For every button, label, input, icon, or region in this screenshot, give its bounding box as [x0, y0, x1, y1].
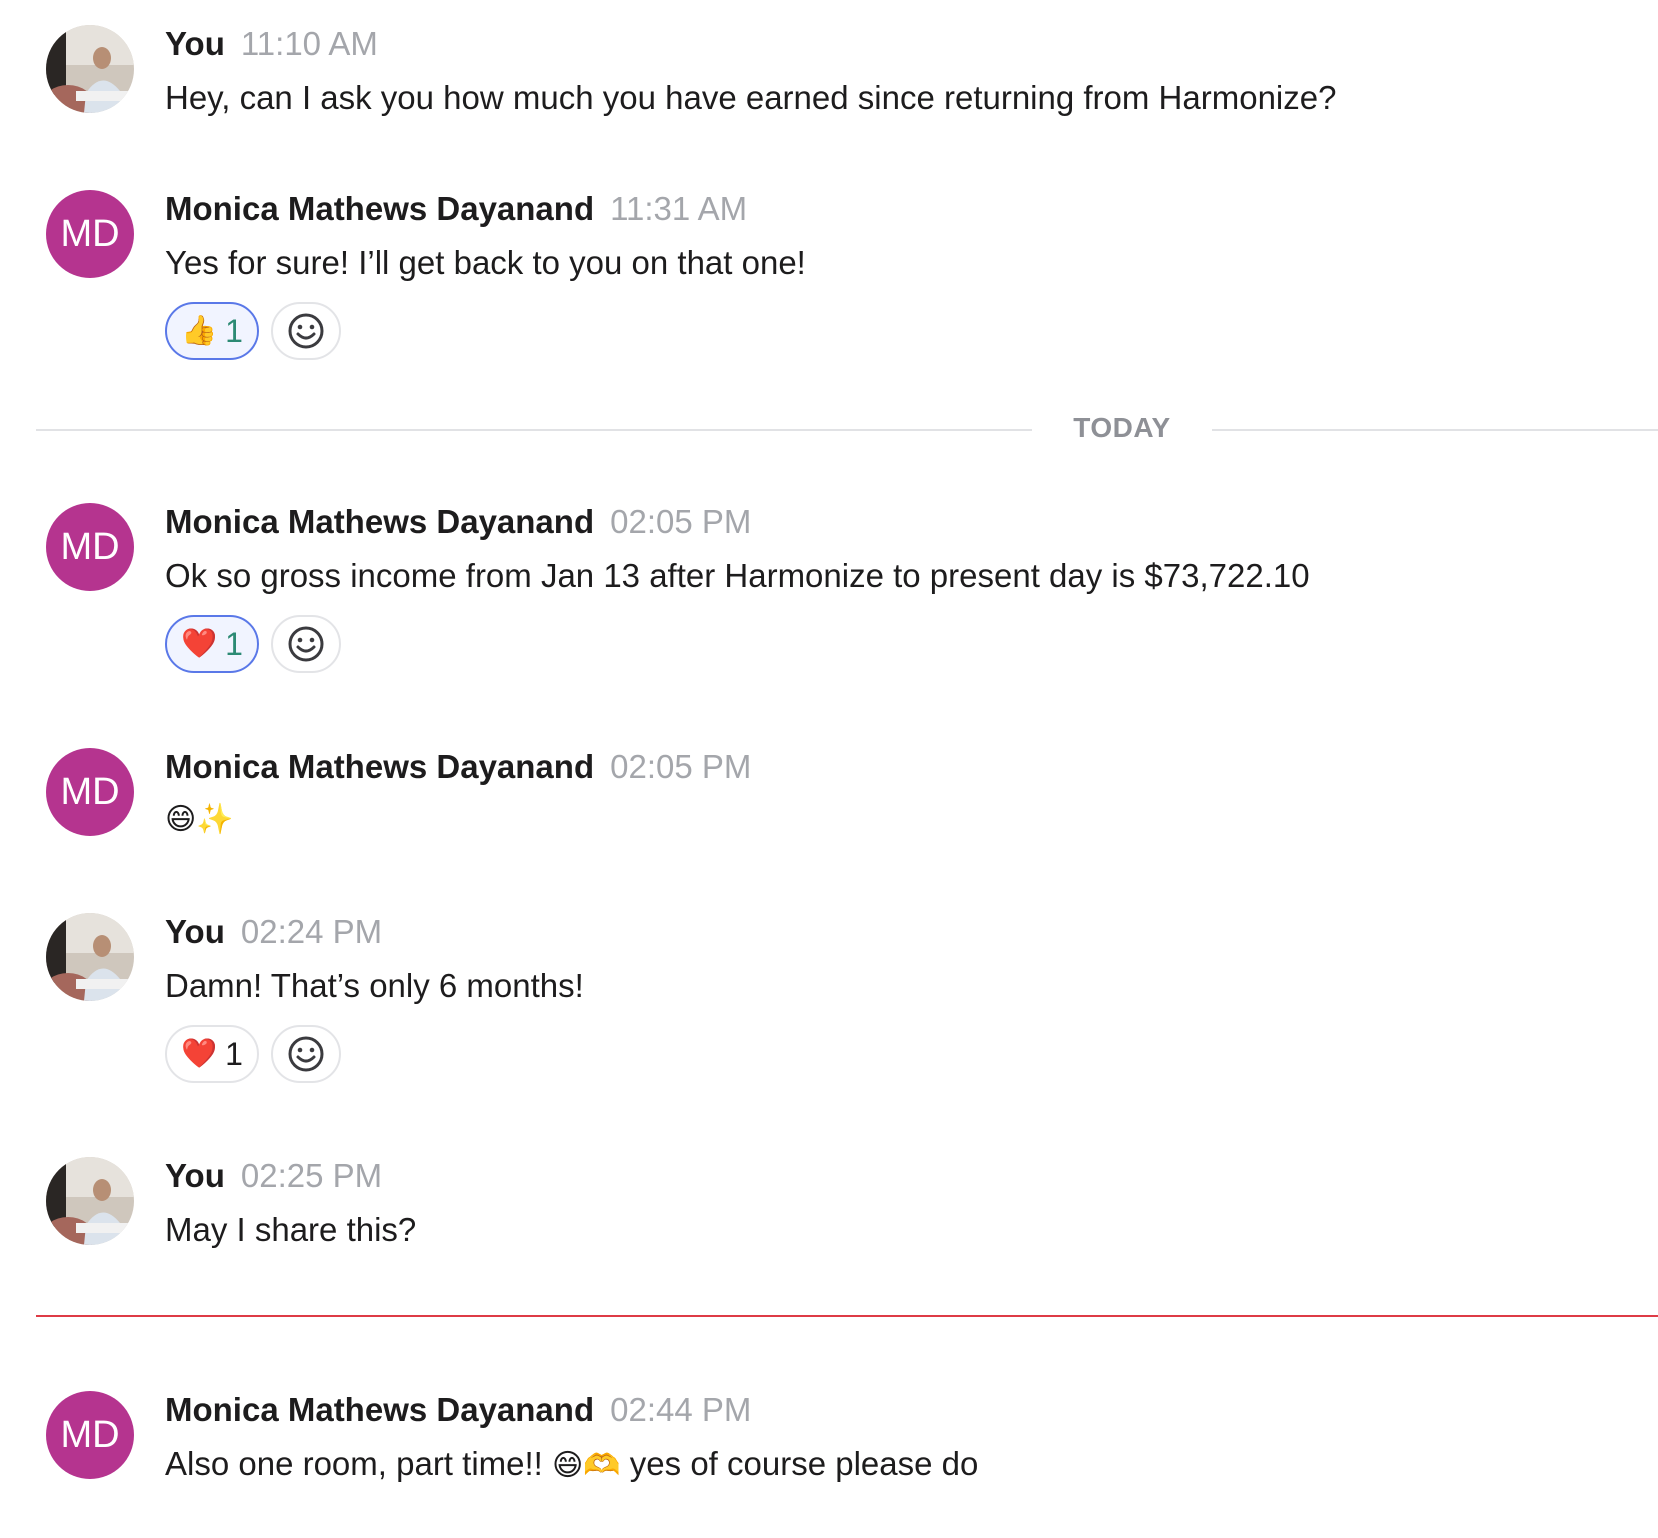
timestamp[interactable]: 11:10 AM — [241, 25, 378, 63]
message-item[interactable]: MD Monica Mathews Dayanand 11:31 AM Yes … — [46, 190, 1658, 370]
message-text-part: Also one room, part time!! — [165, 1445, 552, 1482]
sender-name[interactable]: Monica Mathews Dayanand — [165, 190, 594, 228]
smile-heart-hands-icon: 😄🫶 — [552, 1449, 621, 1482]
new-messages-divider — [36, 1315, 1658, 1317]
message-text: May I share this? — [165, 1211, 417, 1248]
timestamp[interactable]: 02:05 PM — [610, 503, 751, 541]
avatar-initials: MD — [60, 212, 120, 255]
sender-name[interactable]: You — [165, 25, 225, 63]
avatar-md[interactable]: MD — [46, 503, 134, 591]
message-text: Hey, can I ask you how much you have ear… — [165, 79, 1337, 116]
timestamp[interactable]: 02:25 PM — [241, 1157, 382, 1195]
avatar-initials: MD — [60, 770, 120, 813]
avatar-you[interactable] — [46, 913, 134, 1001]
avatar-you[interactable] — [46, 25, 134, 113]
reaction-heart[interactable]: ❤️ 1 — [165, 615, 259, 673]
reactions-bar: ❤️ 1 — [165, 1025, 1658, 1083]
timestamp[interactable]: 02:44 PM — [610, 1391, 751, 1429]
heart-icon: ❤️ — [181, 1037, 218, 1070]
avatar-md[interactable]: MD — [46, 748, 134, 836]
sender-name[interactable]: You — [165, 913, 225, 951]
message-text-part: yes of course please do — [620, 1445, 979, 1482]
sender-name[interactable]: Monica Mathews Dayanand — [165, 748, 594, 786]
message-item[interactable]: MD Monica Mathews Dayanand 02:44 PM Also… — [46, 1391, 1658, 1491]
sender-name[interactable]: Monica Mathews Dayanand — [165, 503, 594, 541]
add-reaction-button[interactable] — [270, 615, 341, 673]
reaction-heart[interactable]: ❤️ 1 — [165, 1025, 259, 1083]
timestamp[interactable]: 02:05 PM — [610, 748, 751, 786]
avatar-initials: MD — [60, 1413, 120, 1456]
message-text: Damn! That’s only 6 months! — [165, 967, 584, 1004]
message-item[interactable]: MD Monica Mathews Dayanand 02:05 PM Ok s… — [46, 503, 1658, 683]
user-photo-icon — [46, 25, 134, 113]
message-text: 😄✨ — [165, 803, 234, 836]
day-divider: TODAY — [36, 404, 1658, 443]
reactions-bar: 👍 1 — [165, 302, 1658, 360]
sender-name[interactable]: You — [165, 1157, 225, 1195]
reactions-bar: ❤️ 1 — [165, 615, 1658, 673]
message-feed: You 11:10 AM Hey, can I ask you how much… — [0, 0, 1658, 1538]
thumbs-up-icon: 👍 — [181, 314, 218, 347]
message-text: Also one room, part time!! 😄🫶 yes of cou… — [165, 1445, 1658, 1483]
reaction-thumbs-up[interactable]: 👍 1 — [165, 302, 259, 360]
avatar-initials: MD — [60, 525, 120, 568]
smiley-face-icon — [288, 626, 324, 662]
smiley-face-icon — [288, 313, 324, 349]
message-item[interactable]: MD Monica Mathews Dayanand 02:05 PM 😄✨ — [46, 748, 1658, 848]
user-photo-icon — [46, 1157, 134, 1245]
timestamp[interactable]: 02:24 PM — [241, 913, 382, 951]
add-reaction-button[interactable] — [270, 1025, 341, 1083]
reaction-count: 1 — [225, 312, 243, 349]
smiley-face-icon — [288, 1036, 324, 1072]
heart-icon: ❤️ — [181, 627, 218, 660]
message-item[interactable]: You 11:10 AM Hey, can I ask you how much… — [46, 25, 1658, 125]
avatar-you[interactable] — [46, 1157, 134, 1245]
user-photo-icon — [46, 913, 134, 1001]
divider-line — [1212, 429, 1658, 431]
message-item[interactable]: You 02:24 PM Damn! That’s only 6 months!… — [46, 913, 1658, 1093]
message-text: Yes for sure! I’ll get back to you on th… — [165, 244, 806, 281]
reaction-count: 1 — [225, 1035, 243, 1072]
add-reaction-button[interactable] — [270, 302, 341, 360]
reaction-count: 1 — [225, 625, 243, 662]
sender-name[interactable]: Monica Mathews Dayanand — [165, 1391, 594, 1429]
avatar-md[interactable]: MD — [46, 1391, 134, 1479]
divider-line — [36, 429, 1032, 431]
day-divider-label: TODAY — [1073, 412, 1171, 443]
message-text: Ok so gross income from Jan 13 after Har… — [165, 557, 1310, 594]
avatar-md[interactable]: MD — [46, 190, 134, 278]
timestamp[interactable]: 11:31 AM — [610, 190, 747, 228]
message-item[interactable]: You 02:25 PM May I share this? — [46, 1157, 1658, 1257]
